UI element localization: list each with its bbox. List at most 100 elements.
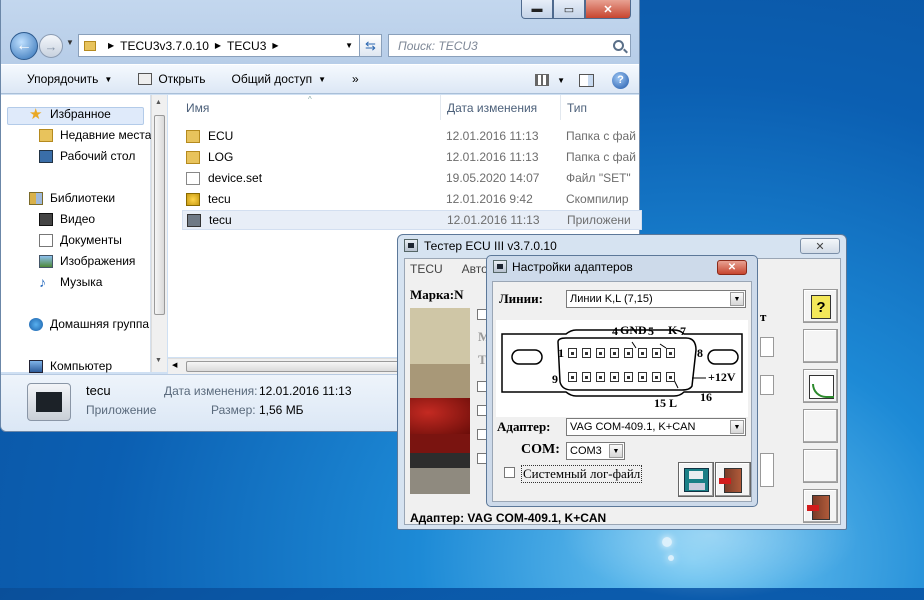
file-row-selected[interactable]: tecu 12.01.2016 11:13 Приложени xyxy=(182,210,642,230)
close-button[interactable]: ✕ xyxy=(717,260,747,275)
refresh-button[interactable]: ⇆ xyxy=(360,34,382,57)
tester-titlebar[interactable]: Тестер ECU III v3.7.0.10 ✕ xyxy=(398,235,846,257)
help-button[interactable]: ? xyxy=(803,289,838,323)
chevron-right-icon[interactable]: ▶ xyxy=(272,41,278,50)
nav-item-computer[interactable]: Компьютер xyxy=(29,359,112,373)
pin-label: 1 xyxy=(558,346,564,360)
scroll-left-icon[interactable]: ◀ xyxy=(172,361,177,369)
nav-item-recent[interactable]: Недавние места xyxy=(39,128,151,142)
details-size-label: Размер: xyxy=(211,403,256,417)
share-button[interactable]: Общий доступ ▼ xyxy=(231,72,326,86)
computer-icon xyxy=(29,359,43,373)
column-divider[interactable] xyxy=(560,95,561,120)
scroll-thumb[interactable] xyxy=(154,115,165,315)
syslog-label[interactable]: Системный лог-файл xyxy=(521,465,643,483)
partial-label: т xyxy=(760,309,767,324)
save-button[interactable] xyxy=(678,462,714,497)
close-button[interactable]: ✕ xyxy=(800,238,840,254)
file-date: 12.01.2016 11:13 xyxy=(447,213,540,227)
column-header-name[interactable]: Имя xyxy=(186,95,209,120)
address-bar[interactable]: ▶ TECU3v3.7.0.10 ▶ TECU3 ▶ ▼ xyxy=(78,34,360,57)
more-button[interactable]: » xyxy=(352,72,359,86)
blank-button[interactable] xyxy=(803,329,838,363)
setup-icon xyxy=(186,192,200,206)
file-name: ECU xyxy=(208,129,234,143)
nav-item-libraries[interactable]: Библиотеки xyxy=(29,191,115,205)
chevron-down-icon[interactable]: ▼ xyxy=(730,420,744,434)
adapter-select[interactable]: VAG COM-409.1, K+CAN ▼ xyxy=(566,418,746,436)
maximize-button[interactable]: ▭ xyxy=(553,0,585,19)
nav-item-homegroup[interactable]: Домашняя группа xyxy=(29,317,149,331)
nav-item-music[interactable]: ♪ Музыка xyxy=(39,273,102,290)
back-button[interactable]: ← xyxy=(10,32,38,60)
syslog-checkbox[interactable] xyxy=(504,467,515,478)
pin-label: 16 xyxy=(700,390,712,404)
com-label: COM: xyxy=(521,442,560,457)
file-row[interactable]: ECU 12.01.2016 11:13 Папка с фай xyxy=(182,126,642,146)
open-label: Открыть xyxy=(158,72,206,86)
menu-item-tecu[interactable]: TECU xyxy=(410,262,443,276)
lines-select[interactable]: Линии K,L (7,15) ▼ xyxy=(566,290,746,308)
open-button[interactable]: Открыть xyxy=(138,72,205,86)
chevron-down-icon[interactable]: ▼ xyxy=(557,76,565,85)
forward-button[interactable]: → xyxy=(39,34,63,58)
music-icon: ♪ xyxy=(39,273,46,290)
nav-item-images[interactable]: Изображения xyxy=(39,254,135,268)
graph-button[interactable] xyxy=(803,369,838,403)
pin-label: 5 xyxy=(648,324,654,338)
settings-titlebar[interactable]: Настройки адаптеров ✕ xyxy=(487,256,757,278)
view-options-icon[interactable] xyxy=(535,74,550,86)
breadcrumb-item[interactable]: TECU3 xyxy=(227,39,266,53)
exit-door-icon xyxy=(719,468,742,493)
partial-field[interactable] xyxy=(760,375,774,395)
adapter-settings-dialog: Настройки адаптеров ✕ Линии: Линии K,L (… xyxy=(486,255,758,507)
search-placeholder: Поиск: TECU3 xyxy=(398,38,478,53)
nav-label: Домашняя группа xyxy=(50,317,150,331)
pin xyxy=(624,348,633,358)
exit-button[interactable] xyxy=(715,462,751,497)
help-icon[interactable]: ? xyxy=(612,71,629,89)
nav-item-favorites[interactable]: ★ Избранное xyxy=(29,105,111,123)
breadcrumb-item[interactable]: TECU3v3.7.0.10 xyxy=(120,39,209,53)
preview-pane-icon[interactable] xyxy=(579,73,594,87)
blank-button[interactable] xyxy=(803,409,838,443)
menu-item-auto[interactable]: Авто xyxy=(462,262,488,276)
column-header-date[interactable]: Дата изменения xyxy=(447,95,537,120)
column-divider[interactable] xyxy=(440,95,441,120)
organize-button[interactable]: Упорядочить ▼ xyxy=(27,72,112,86)
pin-label: 8 xyxy=(697,346,703,360)
folder-icon xyxy=(186,150,200,164)
search-input[interactable]: Поиск: TECU3 xyxy=(388,34,631,57)
column-header-type[interactable]: Тип xyxy=(567,95,587,120)
chevron-right-icon[interactable]: ▶ xyxy=(215,41,221,50)
file-row[interactable]: LOG 12.01.2016 11:13 Папка с фай xyxy=(182,147,642,167)
star-icon: ★ xyxy=(29,105,43,123)
nav-item-documents[interactable]: Документы xyxy=(39,233,122,247)
car-image xyxy=(410,308,470,494)
search-icon[interactable] xyxy=(613,40,624,51)
nav-scrollbar[interactable]: ▲ ▼ xyxy=(151,95,167,372)
exit-button[interactable] xyxy=(803,489,838,523)
help-icon: ? xyxy=(811,295,831,319)
com-select[interactable]: COM3 ▼ xyxy=(566,442,625,460)
nav-item-desktop[interactable]: Рабочий стол xyxy=(39,149,135,163)
file-row[interactable]: tecu 12.01.2016 9:42 Скомпилир xyxy=(182,189,642,209)
nav-item-video[interactable]: Видео xyxy=(39,212,95,226)
blank-button[interactable] xyxy=(803,449,838,483)
scroll-down-icon[interactable]: ▼ xyxy=(155,357,162,364)
partial-button[interactable] xyxy=(760,337,774,357)
history-dropdown[interactable]: ▼ xyxy=(66,38,74,47)
folder-icon xyxy=(186,129,200,143)
pin xyxy=(624,372,633,382)
chevron-down-icon[interactable]: ▼ xyxy=(609,444,623,458)
minimize-button[interactable]: ▬ xyxy=(521,0,553,19)
close-button[interactable]: ✕ xyxy=(585,0,631,19)
file-row[interactable]: device.set 19.05.2020 14:07 Файл "SET" xyxy=(182,168,642,188)
app-icon xyxy=(187,213,201,227)
chevron-down-icon[interactable]: ▼ xyxy=(345,41,353,50)
file-type: Приложени xyxy=(567,213,631,227)
chevron-down-icon[interactable]: ▼ xyxy=(730,292,744,306)
chevron-right-icon[interactable]: ▶ xyxy=(108,41,114,50)
partial-button[interactable] xyxy=(760,453,774,487)
scroll-up-icon[interactable]: ▲ xyxy=(155,99,162,106)
